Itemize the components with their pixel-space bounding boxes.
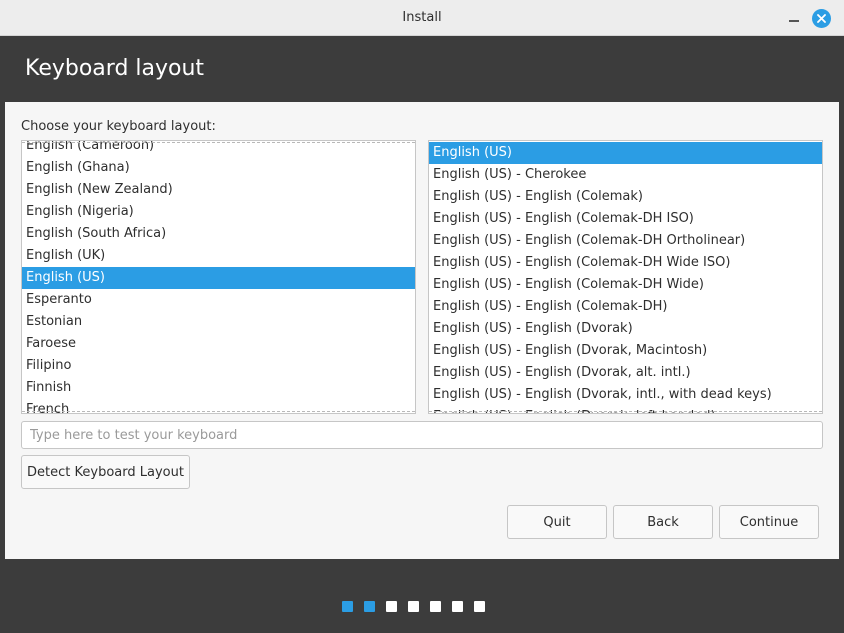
layout-list-item[interactable]: English (Nigeria)	[22, 201, 415, 223]
keyboard-test-input[interactable]	[21, 421, 823, 449]
layout-list-item[interactable]: English (New Zealand)	[22, 179, 415, 201]
variant-list-item[interactable]: English (US) - English (Colemak)	[429, 186, 822, 208]
minimize-icon[interactable]	[786, 10, 802, 26]
variant-list-item[interactable]: English (US) - English (Colemak-DH)	[429, 296, 822, 318]
progress-step-dot	[474, 601, 485, 612]
close-icon[interactable]	[812, 9, 831, 28]
variant-list-item[interactable]: English (US) - English (Dvorak)	[429, 318, 822, 340]
layout-list-item[interactable]: English (UK)	[22, 245, 415, 267]
page-title: Keyboard layout	[25, 56, 205, 81]
layout-list-item[interactable]: English (Ghana)	[22, 157, 415, 179]
progress-step-dot	[408, 601, 419, 612]
variant-list-item[interactable]: English (US) - English (Dvorak, left-han…	[429, 406, 822, 413]
variant-list-item[interactable]: English (US) - English (Colemak-DH Wide)	[429, 274, 822, 296]
layout-list-item[interactable]: English (South Africa)	[22, 223, 415, 245]
detect-keyboard-layout-button[interactable]: Detect Keyboard Layout	[21, 455, 190, 489]
scroll-indicator-top	[22, 142, 415, 143]
progress-step-dot	[452, 601, 463, 612]
variant-list-item[interactable]: English (US)	[429, 142, 822, 164]
variant-list-item[interactable]: English (US) - English (Colemak-DH Wide …	[429, 252, 822, 274]
step-progress-indicator	[342, 601, 485, 612]
keyboard-layout-list[interactable]: English (Cameroon) English (Ghana) English…	[21, 140, 416, 414]
main-content: Choose your keyboard layout: English (Ca…	[5, 102, 839, 559]
layout-list-item[interactable]: Finnish	[22, 377, 415, 399]
progress-step-dot	[342, 601, 353, 612]
layout-prompt-label: Choose your keyboard layout:	[21, 119, 216, 134]
window-titlebar: Install	[0, 0, 844, 36]
scroll-indicator-bottom	[22, 411, 415, 412]
scroll-indicator-bottom	[429, 411, 822, 412]
page-header: Keyboard layout	[5, 36, 839, 102]
layout-list-item[interactable]: Estonian	[22, 311, 415, 333]
variant-list-item[interactable]: English (US) - English (Colemak-DH ISO)	[429, 208, 822, 230]
progress-footer	[0, 559, 844, 633]
keyboard-layout-list-items: English (Cameroon) English (Ghana) English…	[22, 141, 415, 413]
variant-list-item[interactable]: English (US) - English (Colemak-DH Ortho…	[429, 230, 822, 252]
variant-list-item[interactable]: English (US) - Cherokee	[429, 164, 822, 186]
keyboard-variant-list[interactable]: English (US) English (US) - Cherokee Engli…	[428, 140, 823, 414]
variant-list-item[interactable]: English (US) - English (Dvorak, alt. int…	[429, 362, 822, 384]
layout-list-item[interactable]: English (US)	[22, 267, 415, 289]
window-title: Install	[402, 10, 442, 25]
progress-step-dot	[364, 601, 375, 612]
progress-step-dot	[430, 601, 441, 612]
quit-button[interactable]: Quit	[507, 505, 607, 539]
variant-list-item[interactable]: English (US) - English (Dvorak, intl., w…	[429, 384, 822, 406]
back-button[interactable]: Back	[613, 505, 713, 539]
continue-button[interactable]: Continue	[719, 505, 819, 539]
layout-list-item[interactable]: Esperanto	[22, 289, 415, 311]
layout-list-item[interactable]: Faroese	[22, 333, 415, 355]
progress-step-dot	[386, 601, 397, 612]
variant-list-item[interactable]: English (US) - English (Dvorak, Macintos…	[429, 340, 822, 362]
layout-list-item[interactable]: Filipino	[22, 355, 415, 377]
keyboard-variant-list-items: English (US) English (US) - Cherokee Engli…	[429, 142, 822, 413]
